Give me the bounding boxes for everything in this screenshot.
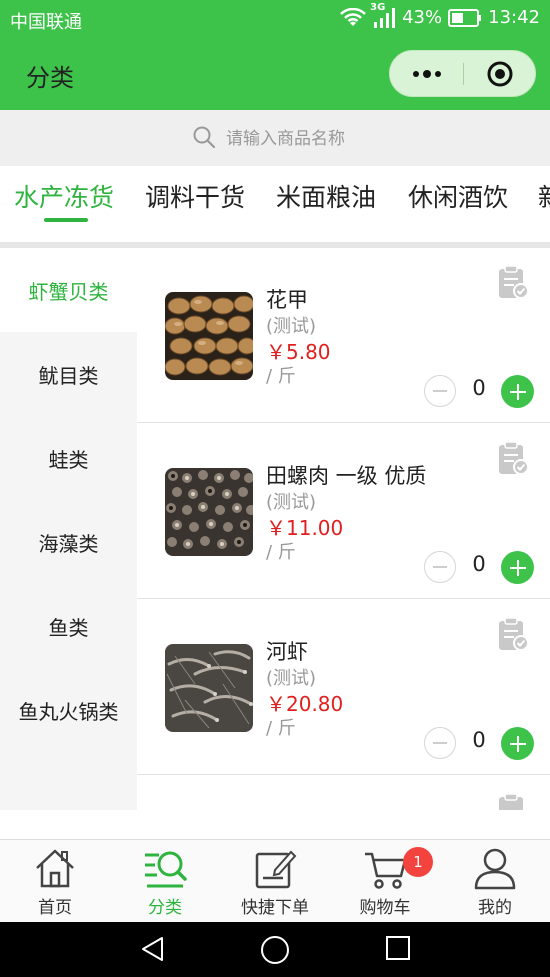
page-title: 分类 <box>26 64 74 92</box>
product-price: ￥20.80 <box>266 692 344 716</box>
product-price: ￥5.80 <box>266 340 331 364</box>
user-icon <box>474 848 516 890</box>
home-icon <box>36 849 74 888</box>
home-nav-button[interactable] <box>259 934 291 970</box>
product-name[interactable]: 田螺肉 一级 优质 <box>266 460 426 490</box>
search-icon <box>193 126 216 148</box>
carrier-label: 中国联通 <box>10 12 82 33</box>
search-input[interactable]: 请输入商品名称 <box>192 124 345 149</box>
tab-rice-flour-oil[interactable]: 米面粮油 <box>276 178 376 214</box>
network-type-label: 3G <box>370 1 386 13</box>
target-icon <box>487 61 513 86</box>
wifi-icon <box>340 7 366 28</box>
subcategory-sidebar: 虾蟹贝类 鱿目类 蛙类 海藻类 鱼类 鱼丸火锅类 <box>0 248 137 810</box>
status-bar: 中国联通 3G 43% 13:42 <box>0 0 550 38</box>
product-note: (测试) <box>266 316 317 337</box>
product-list: 花甲 (测试) ￥5.80 / 斤 0 田螺肉 一级 优质 (测试) ￥11.0… <box>137 248 550 810</box>
plus-icon <box>509 559 526 576</box>
product-card[interactable]: 河虾 (测试) ￥20.80 / 斤 0 <box>137 600 550 775</box>
back-triangle-icon <box>142 937 163 961</box>
quantity-value: 0 <box>472 552 486 576</box>
recents-button[interactable] <box>384 934 412 966</box>
tab-quick-order-label: 快捷下单 <box>241 898 309 918</box>
search-bar[interactable]: 请输入商品名称 <box>0 110 550 166</box>
product-image-river-shrimp[interactable] <box>165 644 253 732</box>
tab-home-label: 首页 <box>38 898 72 918</box>
plus-icon <box>509 383 526 400</box>
product-name[interactable]: 花甲 <box>266 284 308 314</box>
home-circle-icon <box>261 936 289 964</box>
clipboard-check-icon[interactable] <box>497 440 529 480</box>
tab-category-label: 分类 <box>148 898 182 918</box>
tab-mine-label: 我的 <box>478 898 512 918</box>
product-note: (测试) <box>266 492 317 513</box>
tab-mine[interactable]: 我的 <box>440 840 550 923</box>
decrease-qty-button[interactable] <box>424 551 456 583</box>
battery-percent: 43% <box>402 7 443 28</box>
tab-quick-order[interactable]: 快捷下单 <box>220 840 330 923</box>
cart-icon <box>365 852 407 889</box>
battery-icon <box>448 8 482 27</box>
product-name[interactable]: 河虾 <box>266 636 308 666</box>
tab-category[interactable]: 分类 <box>110 840 220 923</box>
decrease-qty-button[interactable] <box>424 375 456 407</box>
more-menu-button[interactable] <box>390 51 463 96</box>
decrease-qty-button[interactable] <box>424 727 456 759</box>
sidebar-item-fishball-hotpot[interactable]: 鱼丸火锅类 <box>0 668 137 752</box>
bottom-tab-bar: 首页 分类 快捷下单 购物车 我的 <box>0 839 550 922</box>
minus-icon <box>433 566 447 568</box>
sidebar-item-seaweed[interactable]: 海藻类 <box>0 500 137 584</box>
category-search-icon <box>145 851 187 888</box>
product-card[interactable]: 田螺肉 一级 优质 (测试) ￥11.00 / 斤 0 <box>137 424 550 599</box>
nav-header: 分类 <box>0 38 550 110</box>
sidebar-item-squid[interactable]: 鱿目类 <box>0 332 137 416</box>
search-placeholder: 请输入商品名称 <box>226 129 345 149</box>
tab-aquatic-frozen[interactable]: 水产冻货 <box>14 178 114 214</box>
recents-square-icon <box>386 936 410 960</box>
tab-snacks-drinks[interactable]: 休闲酒饮 <box>408 178 508 214</box>
clipboard-check-icon[interactable] <box>497 264 529 304</box>
tab-seasoning-dry[interactable]: 调料干货 <box>145 178 245 214</box>
product-unit: / 斤 <box>266 718 296 739</box>
sidebar-item-fish[interactable]: 鱼类 <box>0 584 137 668</box>
category-tabs: 水产冻货 调料干货 米面粮油 休闲酒饮 新 <box>0 166 550 244</box>
product-card-partial[interactable] <box>137 776 550 810</box>
quick-order-icon <box>255 850 297 889</box>
product-image-snail-meat[interactable] <box>165 468 253 556</box>
minus-icon <box>433 390 447 392</box>
time-label: 13:42 <box>488 7 540 28</box>
product-unit: / 斤 <box>266 542 296 563</box>
active-tab-indicator <box>44 218 88 222</box>
back-button[interactable] <box>138 934 168 968</box>
tab-home[interactable]: 首页 <box>0 840 110 923</box>
quantity-value: 0 <box>472 728 486 752</box>
sidebar-item-frog[interactable]: 蛙类 <box>0 416 137 500</box>
clipboard-check-icon[interactable] <box>497 792 529 810</box>
product-unit: / 斤 <box>266 366 296 387</box>
plus-icon <box>509 735 526 752</box>
tab-more-clipped[interactable]: 新 <box>538 178 550 214</box>
minus-icon <box>433 742 447 744</box>
system-nav-bar <box>0 922 550 977</box>
quantity-value: 0 <box>472 376 486 400</box>
clipboard-check-icon[interactable] <box>497 616 529 656</box>
increase-qty-button[interactable] <box>501 727 534 760</box>
sidebar-item-shrimp-crab-shellfish[interactable]: 虾蟹贝类 <box>0 248 137 332</box>
product-price: ￥11.00 <box>266 516 344 540</box>
cart-count-badge: 1 <box>403 847 433 877</box>
tab-cart-label: 购物车 <box>359 898 411 918</box>
product-image-clams[interactable] <box>165 292 253 380</box>
product-note: (测试) <box>266 668 317 689</box>
increase-qty-button[interactable] <box>501 551 534 584</box>
product-card[interactable]: 花甲 (测试) ￥5.80 / 斤 0 <box>137 248 550 423</box>
signal-icon: 3G <box>370 2 396 28</box>
more-dots-icon <box>412 69 441 78</box>
close-miniprogram-button[interactable] <box>464 51 536 96</box>
miniprogram-capsule <box>389 50 536 97</box>
increase-qty-button[interactable] <box>501 375 534 408</box>
